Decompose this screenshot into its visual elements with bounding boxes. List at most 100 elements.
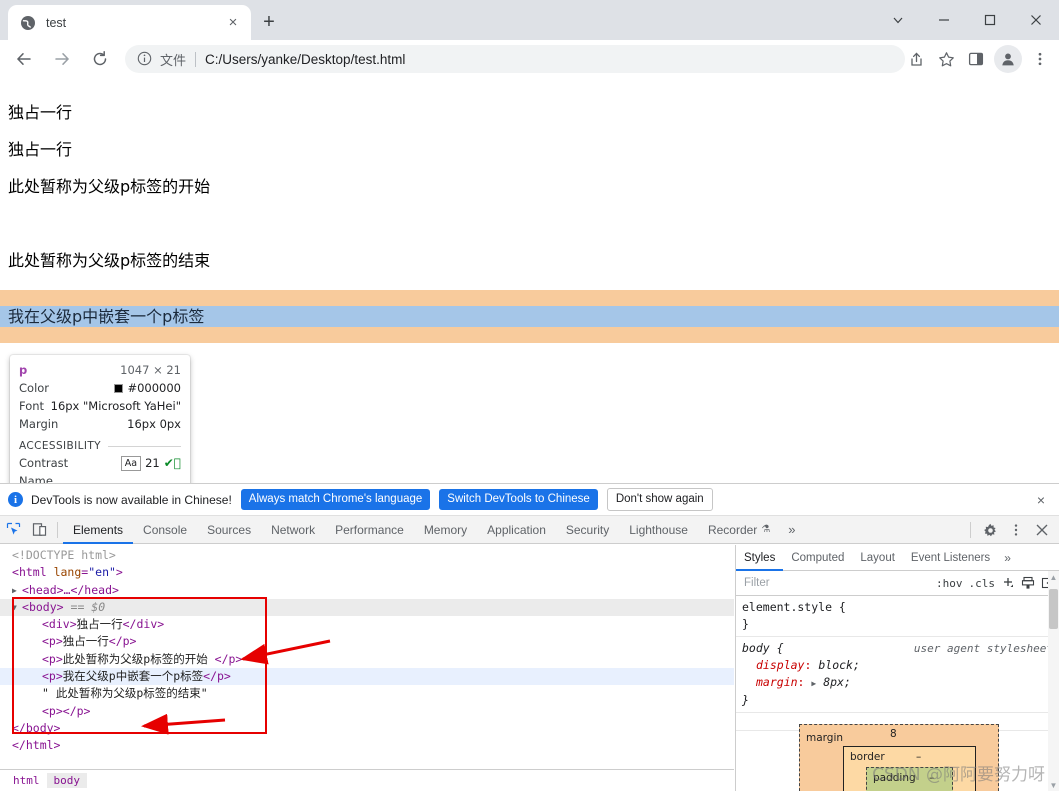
tooltip-row-name: Name xyxy=(19,472,181,483)
filter-input[interactable]: Filter xyxy=(740,577,930,589)
dont-show-again-button[interactable]: Don't show again xyxy=(606,488,713,511)
reload-icon[interactable] xyxy=(84,43,116,75)
dom-body-line[interactable]: ▼ <body> == $0 xyxy=(0,598,734,617)
tabs-overflow-button[interactable]: » xyxy=(780,522,803,537)
check-circle-icon: ✔⃝ xyxy=(163,456,181,470)
styles-scrollbar[interactable]: ▲ ▼ xyxy=(1048,571,1059,791)
share-icon[interactable] xyxy=(901,44,931,74)
browser-toolbar: 文件 C:/Users/yanke/Desktop/test.html xyxy=(0,40,1059,78)
rule-element-style[interactable]: element.style { } xyxy=(736,596,1059,637)
p-open: <p> xyxy=(42,669,63,684)
maximize-icon[interactable] xyxy=(967,0,1013,40)
prop-display[interactable]: display: block; xyxy=(742,657,1053,674)
device-toolbar-icon[interactable] xyxy=(26,517,52,543)
p3-text: 我在父级p中嵌套一个p标签 xyxy=(62,669,204,684)
div-text: 独占一行 xyxy=(76,617,123,632)
tooltip-row-contrast: Contrast Aa 21 ✔⃝ xyxy=(19,454,181,472)
tooltip-color-hex: #000000 xyxy=(127,381,181,395)
devtools-tabbar-actions xyxy=(964,516,1055,544)
close-icon[interactable]: × xyxy=(221,11,245,35)
close-icon[interactable]: × xyxy=(1033,492,1049,508)
chevron-down-icon[interactable] xyxy=(875,0,921,40)
expand-triangle-icon[interactable]: ▶ xyxy=(811,679,816,688)
styles-overflow-button[interactable]: » xyxy=(998,551,1017,565)
hov-toggle-button[interactable]: :hov xyxy=(936,577,963,590)
tooltip-row-color: Color #000000 xyxy=(19,379,181,397)
dom-node-p2[interactable]: <p>此处暂称为父级p标签的开始 </p> xyxy=(0,651,734,668)
tab-layout[interactable]: Layout xyxy=(852,545,903,571)
angle-close: > xyxy=(56,599,64,614)
dom-body-close: </body> xyxy=(0,720,734,737)
tab-sources[interactable]: Sources xyxy=(197,516,261,544)
element-style-close: } xyxy=(742,617,749,631)
page-line-p1: 独占一行 xyxy=(8,140,73,159)
tab-computed[interactable]: Computed xyxy=(783,545,852,571)
gear-icon[interactable] xyxy=(977,517,1003,543)
div-close: </div> xyxy=(122,617,165,632)
tab-styles[interactable]: Styles xyxy=(736,545,783,571)
dom-node-empty-p[interactable]: <p></p> xyxy=(0,703,734,720)
profile-avatar-icon[interactable] xyxy=(994,45,1022,73)
collapse-caret-icon[interactable]: ▼ xyxy=(12,599,22,616)
p2-text: 此处暂称为父级p标签的开始 xyxy=(62,651,215,666)
section-divider xyxy=(108,445,181,447)
prop-margin[interactable]: margin: ▶ 8px; xyxy=(742,674,1053,692)
browser-tab[interactable]: test × xyxy=(8,5,251,40)
new-tab-button[interactable]: + xyxy=(255,8,283,36)
p-open: <p> xyxy=(42,651,63,666)
cls-toggle-button[interactable]: .cls xyxy=(969,577,996,590)
devtools-panel: i DevTools is now available in Chinese! … xyxy=(0,483,1059,791)
tab-event-listeners[interactable]: Event Listeners xyxy=(903,545,998,571)
star-icon[interactable] xyxy=(931,44,961,74)
tab-console[interactable]: Console xyxy=(133,516,197,544)
dom-tree-pane[interactable]: <!DOCTYPE html> <html lang="en"> ▶ <head>… xyxy=(0,545,734,767)
tab-recorder[interactable]: Recorder ⚗ xyxy=(698,516,780,544)
tab-lighthouse[interactable]: Lighthouse xyxy=(619,516,698,544)
dom-node-p3[interactable]: <p>我在父级p中嵌套一个p标签</p> xyxy=(0,668,734,686)
rule-body[interactable]: body { user agent stylesheet display: bl… xyxy=(736,637,1059,713)
dom-node-div[interactable]: <div>独占一行</div> xyxy=(0,616,734,633)
inspect-cursor-icon[interactable] xyxy=(0,517,26,543)
tab-performance[interactable]: Performance xyxy=(325,516,414,544)
expand-caret-icon[interactable]: ▶ xyxy=(12,582,22,599)
tooltip-margin-value: 16px 0px xyxy=(127,417,181,431)
back-arrow-icon[interactable] xyxy=(8,43,40,75)
tab-elements[interactable]: Elements xyxy=(63,516,133,544)
side-panel-icon[interactable] xyxy=(961,44,991,74)
three-dot-menu-icon[interactable] xyxy=(1003,517,1029,543)
angle-close: > xyxy=(115,565,123,580)
switch-devtools-language-button[interactable]: Switch DevTools to Chinese xyxy=(439,489,598,510)
always-match-language-button[interactable]: Always match Chrome's language xyxy=(240,489,431,510)
body-rule-close: } xyxy=(742,693,749,707)
tab-network[interactable]: Network xyxy=(261,516,325,544)
dom-head-line[interactable]: ▶ <head>…</head> xyxy=(0,582,734,599)
breadcrumb-body[interactable]: body xyxy=(46,773,87,788)
tooltip-color-label: Color xyxy=(19,381,50,395)
add-rule-icon[interactable] xyxy=(1001,576,1015,590)
scroll-up-arrow-icon[interactable]: ▲ xyxy=(1048,571,1059,584)
print-styles-icon[interactable] xyxy=(1021,576,1035,590)
selected-node-marker: == $0 xyxy=(70,599,106,614)
address-bar[interactable]: 文件 C:/Users/yanke/Desktop/test.html xyxy=(125,45,905,73)
accessibility-section-header: ACCESSIBILITY xyxy=(19,440,181,452)
minimize-icon[interactable] xyxy=(921,0,967,40)
three-dot-menu-icon[interactable] xyxy=(1025,44,1055,74)
breadcrumb-html[interactable]: html xyxy=(6,773,47,788)
forward-arrow-icon[interactable] xyxy=(46,43,78,75)
close-icon[interactable] xyxy=(1013,0,1059,40)
dom-html-line[interactable]: <html lang="en"> xyxy=(0,564,734,581)
tab-strip: test × + xyxy=(0,0,1059,40)
styles-pane: Styles Computed Layout Event Listeners »… xyxy=(735,545,1059,791)
styles-tab-bar: Styles Computed Layout Event Listeners » xyxy=(736,545,1059,571)
scroll-down-arrow-icon[interactable]: ▼ xyxy=(1048,779,1059,791)
close-icon[interactable] xyxy=(1029,517,1055,543)
scrollbar-thumb[interactable] xyxy=(1049,589,1058,629)
tab-memory[interactable]: Memory xyxy=(414,516,477,544)
info-circle-icon[interactable] xyxy=(137,51,153,67)
dom-doctype-line: <!DOCTYPE html> xyxy=(0,547,734,564)
dom-text-node[interactable]: " 此处暂称为父级p标签的结束" xyxy=(0,685,734,702)
tab-security[interactable]: Security xyxy=(556,516,619,544)
tab-application[interactable]: Application xyxy=(477,516,556,544)
margin-value[interactable]: 8 xyxy=(890,728,897,740)
dom-node-p1[interactable]: <p>独占一行</p> xyxy=(0,633,734,650)
